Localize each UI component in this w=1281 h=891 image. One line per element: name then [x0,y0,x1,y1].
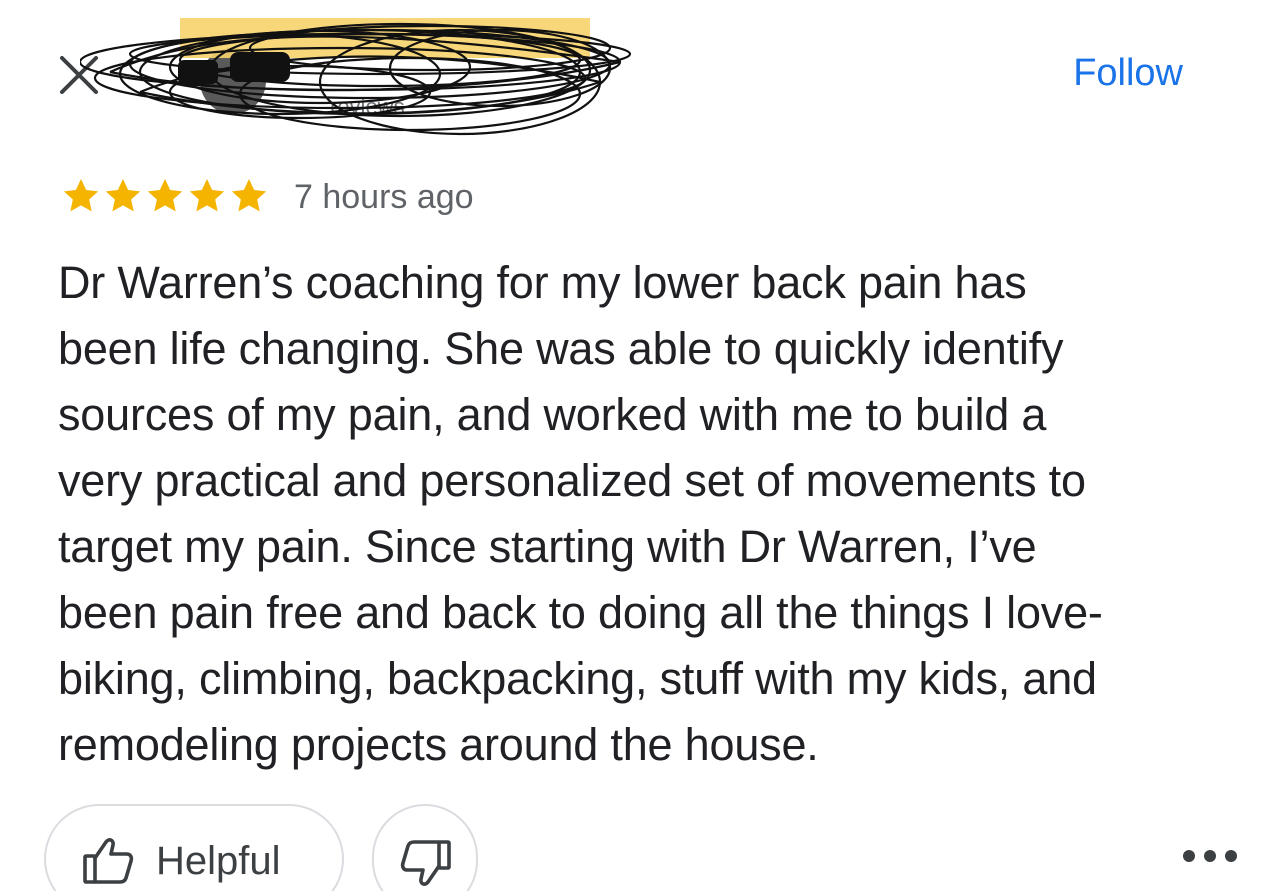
star-icon [105,179,141,212]
review-time: 7 hours ago [294,177,474,216]
more-options-button[interactable] [1180,844,1240,868]
star-icon [147,179,183,212]
redaction-scribble [80,18,632,136]
star-icon [63,179,99,212]
star-rating [60,176,270,216]
helpful-label: Helpful [156,839,281,883]
reviewer-info[interactable]: reviews [80,12,640,152]
star-icon [231,179,267,212]
rating-row: 7 hours ago [60,176,474,216]
review-text: Dr Warren’s coaching for my lower back p… [58,257,1103,770]
helpful-button[interactable]: Helpful [44,804,344,891]
more-horiz-icon [1183,850,1237,862]
thumbs-down-icon [400,840,451,886]
star-icon [189,179,225,212]
not-helpful-button[interactable] [372,804,478,891]
thumbs-up-icon [83,838,134,884]
follow-button[interactable]: Follow [1073,52,1183,95]
review-detail-page: reviews Follow 7 hours ago Dr Warren’s c… [0,0,1281,891]
